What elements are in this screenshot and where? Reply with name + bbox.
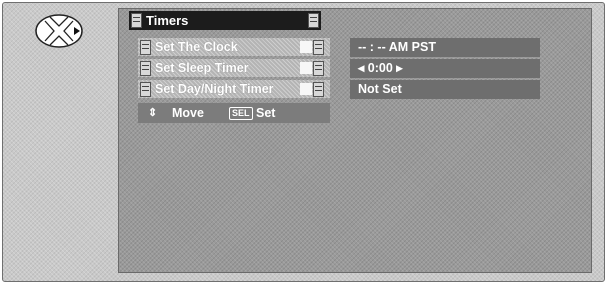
selection-highlight: [300, 62, 312, 74]
menu-item-label: Set Sleep Timer: [155, 61, 249, 75]
menu-item-label: Set Day/Night Timer: [155, 82, 274, 96]
menu-tab-left-icon: [131, 13, 142, 28]
help-move-label: Move: [172, 106, 204, 120]
menu-header: Timers: [129, 11, 321, 30]
selection-highlight: [300, 83, 312, 95]
menu-item-tab-icon: [140, 61, 151, 76]
help-bar: ⇕ Move SEL Set: [138, 103, 330, 123]
sleep-timer-value-text: ◂ 0:00 ▸: [358, 61, 403, 75]
menu-item-tab-icon: [313, 82, 324, 97]
menu-item-tab-icon: [313, 40, 324, 55]
sleep-timer-value: ◂ 0:00 ▸: [350, 59, 540, 78]
clock-value-text: -- : -- AM PST: [358, 40, 436, 54]
menu-item-set-sleep-timer[interactable]: Set Sleep Timer: [138, 59, 330, 77]
menu-title: Timers: [146, 13, 189, 28]
menu-item-set-the-clock[interactable]: Set The Clock: [138, 38, 330, 56]
up-down-arrows-icon: ⇕: [148, 107, 158, 119]
day-night-timer-value: Not Set: [350, 80, 540, 99]
menu-item-tab-icon: [140, 82, 151, 97]
menu-item-tab-icon: [313, 61, 324, 76]
help-set-label: Set: [256, 106, 276, 120]
day-night-timer-value-text: Not Set: [358, 82, 402, 96]
dpad-right-icon: [35, 14, 83, 48]
menu-item-tab-icon: [140, 40, 151, 55]
menu-item-set-day-night-timer[interactable]: Set Day/Night Timer: [138, 80, 330, 98]
menu-item-label: Set The Clock: [155, 40, 238, 54]
menu-tab-right-icon: [308, 13, 319, 28]
selection-highlight: [300, 41, 312, 53]
sel-key-icon: SEL: [229, 107, 253, 120]
clock-value: -- : -- AM PST: [350, 38, 540, 57]
